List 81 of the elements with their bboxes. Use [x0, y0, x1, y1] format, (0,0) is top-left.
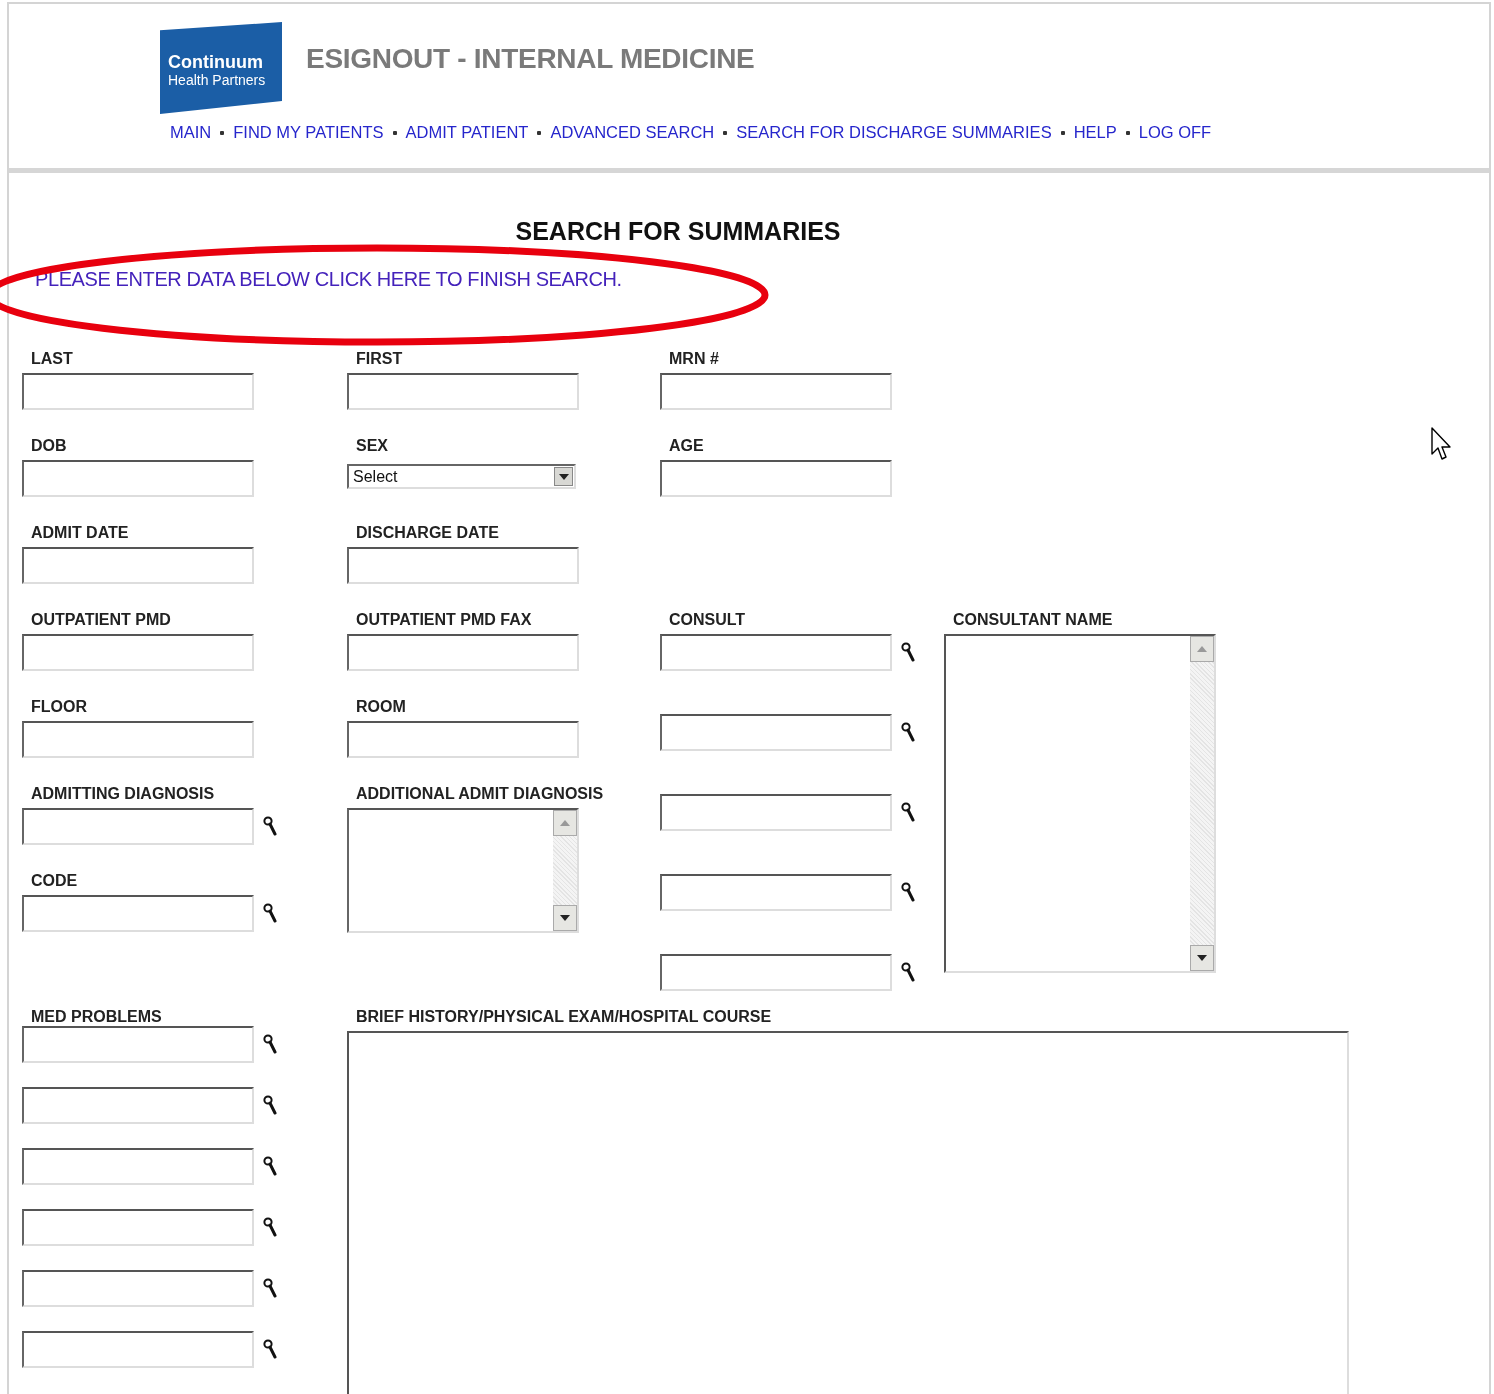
input-field[interactable]: [660, 634, 892, 671]
input-field[interactable]: [660, 714, 892, 751]
search-icon[interactable]: [263, 1338, 277, 1361]
field-label: ADDITIONAL ADMIT DIAGNOSIS: [356, 785, 605, 804]
scroll-down-icon[interactable]: [553, 905, 577, 931]
input-field[interactable]: [22, 808, 254, 845]
caret-icon: [554, 467, 573, 486]
input-field[interactable]: [660, 874, 892, 911]
nav-link[interactable]: FIND MY PATIENTS: [233, 123, 384, 142]
field-label: DOB: [31, 437, 68, 456]
field-label: BRIEF HISTORY/PHYSICAL EXAM/HOSPITAL COURSE: [356, 1008, 773, 1027]
nav-link[interactable]: HELP: [1073, 123, 1117, 142]
search-icon[interactable]: [263, 902, 277, 925]
nav-link[interactable]: ADMIT PATIENT: [405, 123, 529, 142]
logo-subtitle: Health Partners: [168, 72, 267, 88]
nav-link[interactable]: ADVANCED SEARCH: [550, 123, 715, 142]
input-field[interactable]: [347, 721, 579, 758]
search-icon[interactable]: [263, 815, 277, 838]
search-icon[interactable]: [263, 1155, 277, 1178]
field-label: CODE: [31, 872, 79, 891]
search-icon[interactable]: [901, 801, 915, 824]
bullet-icon: [537, 130, 542, 135]
input-field[interactable]: [660, 794, 892, 831]
scrollbar[interactable]: [1190, 636, 1214, 971]
input-field[interactable]: [347, 547, 579, 584]
search-icon[interactable]: [901, 961, 915, 984]
input-field[interactable]: [660, 460, 892, 497]
field-label: OUTPATIENT PMD: [31, 611, 172, 630]
field-label: LAST: [31, 350, 74, 369]
input-field[interactable]: [347, 373, 579, 410]
search-icon[interactable]: [263, 1216, 277, 1239]
bullet-icon: [1125, 130, 1130, 135]
input-field[interactable]: [22, 721, 254, 758]
input-field[interactable]: [22, 460, 254, 497]
input-field[interactable]: [22, 1148, 254, 1185]
input-field[interactable]: [347, 634, 579, 671]
nav-link[interactable]: MAIN: [170, 123, 212, 142]
page-title: SEARCH FOR SUMMARIES: [514, 217, 842, 247]
bullet-icon: [1060, 130, 1065, 135]
search-icon[interactable]: [901, 721, 915, 744]
field-label: ROOM: [356, 698, 407, 717]
field-label: ADMIT DATE: [31, 524, 130, 543]
bullet-icon: [392, 130, 397, 135]
search-icon[interactable]: [263, 1094, 277, 1117]
search-icon[interactable]: [901, 641, 915, 664]
search-icon[interactable]: [263, 1033, 277, 1056]
search-icon[interactable]: [263, 1277, 277, 1300]
field-label: FIRST: [356, 350, 404, 369]
input-field[interactable]: [22, 1270, 254, 1307]
input-field[interactable]: [22, 1331, 254, 1368]
input-field[interactable]: [660, 954, 892, 991]
input-field[interactable]: [22, 547, 254, 584]
scroll-down-icon[interactable]: [1190, 945, 1214, 971]
nav-link[interactable]: SEARCH FOR DISCHARGE SUMMARIES: [736, 123, 1052, 142]
field-label: FLOOR: [31, 698, 88, 717]
input-field[interactable]: [22, 1209, 254, 1246]
field-label: CONSULTANT NAME: [953, 611, 1114, 630]
input-field[interactable]: [660, 373, 892, 410]
field-label: SEX: [356, 437, 389, 456]
app-title: ESIGNOUT - INTERNAL MEDICINE: [306, 43, 755, 75]
select-field[interactable]: Select: [347, 464, 576, 489]
nav-link[interactable]: LOG OFF: [1138, 123, 1212, 142]
field-label: OUTPATIENT PMD FAX: [356, 611, 533, 630]
text-area[interactable]: [347, 808, 579, 933]
bullet-icon: [220, 130, 225, 135]
input-field[interactable]: [22, 1026, 254, 1063]
field-label: DISCHARGE DATE: [356, 524, 500, 543]
input-field[interactable]: [22, 1087, 254, 1124]
field-label: MED PROBLEMS: [31, 1008, 162, 1025]
field-label: ADMITTING DIAGNOSIS: [31, 785, 216, 804]
field-label: AGE: [669, 437, 705, 456]
scrollbar[interactable]: [553, 810, 577, 931]
bullet-icon: [723, 130, 728, 135]
search-icon[interactable]: [901, 881, 915, 904]
input-field[interactable]: [22, 895, 254, 932]
logo-name: Continuum: [168, 52, 264, 72]
input-field[interactable]: [22, 373, 254, 410]
field-label: CONSULT: [669, 611, 747, 630]
mouse-cursor-icon: [1431, 427, 1451, 461]
input-field[interactable]: [22, 634, 254, 671]
field-label: MRN #: [669, 350, 720, 369]
